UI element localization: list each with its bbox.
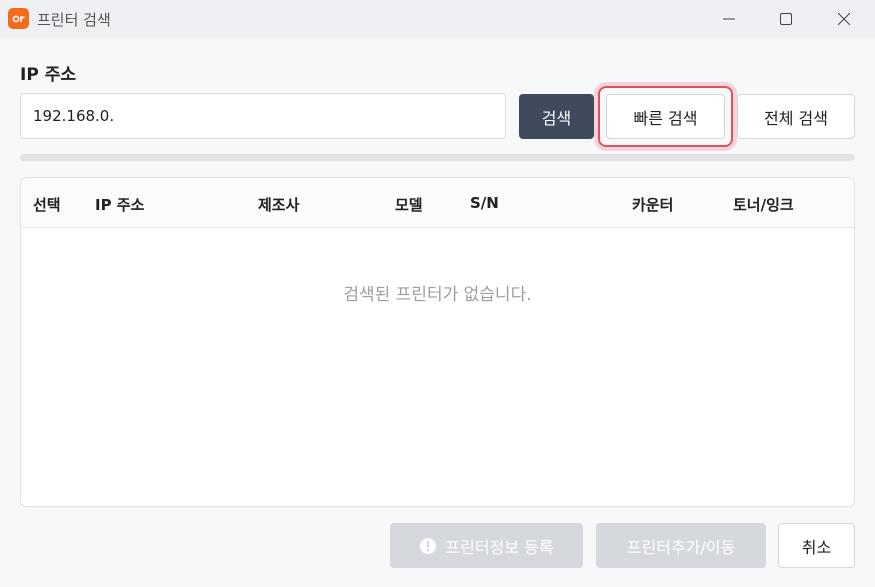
close-button[interactable] bbox=[815, 0, 873, 38]
cancel-button[interactable]: 취소 bbox=[778, 523, 855, 568]
register-printer-info-label: 프린터정보 등록 bbox=[445, 537, 554, 557]
full-search-button[interactable]: 전체 검색 bbox=[737, 94, 855, 139]
column-model[interactable]: 모델 bbox=[395, 194, 423, 215]
minimize-icon bbox=[723, 18, 735, 20]
title-bar: 프린터 검색 bbox=[0, 0, 875, 38]
column-ip-address[interactable]: IP 주소 bbox=[95, 194, 144, 215]
search-button[interactable]: 검색 bbox=[519, 94, 594, 139]
add-move-printer-button[interactable]: 프린터추가/이동 bbox=[596, 523, 766, 568]
app-logo-icon bbox=[8, 8, 29, 29]
column-counter[interactable]: 카운터 bbox=[632, 194, 673, 215]
quick-search-button[interactable]: 빠른 검색 bbox=[606, 94, 725, 139]
register-printer-info-button[interactable]: 프린터정보 등록 bbox=[390, 523, 583, 568]
column-serial-number[interactable]: S/N bbox=[470, 194, 499, 212]
alert-circle-icon bbox=[420, 537, 437, 554]
column-select[interactable]: 선택 bbox=[33, 194, 61, 215]
maximize-icon bbox=[780, 13, 792, 25]
search-progress-bar bbox=[20, 154, 855, 161]
maximize-button[interactable] bbox=[757, 0, 815, 38]
ip-address-input[interactable] bbox=[20, 93, 506, 139]
column-manufacturer[interactable]: 제조사 bbox=[258, 194, 299, 215]
close-icon bbox=[838, 13, 850, 25]
ip-address-label: IP 주소 bbox=[20, 65, 76, 85]
table-header: 선택 IP 주소 제조사 모델 S/N 카운터 토너/잉크 bbox=[21, 178, 854, 228]
minimize-button[interactable] bbox=[700, 0, 758, 38]
printer-results-table: 선택 IP 주소 제조사 모델 S/N 카운터 토너/잉크 검색된 프린터가 없… bbox=[20, 177, 855, 507]
window-title: 프린터 검색 bbox=[37, 11, 111, 29]
empty-results-message: 검색된 프린터가 없습니다. bbox=[343, 285, 532, 305]
column-toner-ink[interactable]: 토너/잉크 bbox=[733, 194, 794, 215]
